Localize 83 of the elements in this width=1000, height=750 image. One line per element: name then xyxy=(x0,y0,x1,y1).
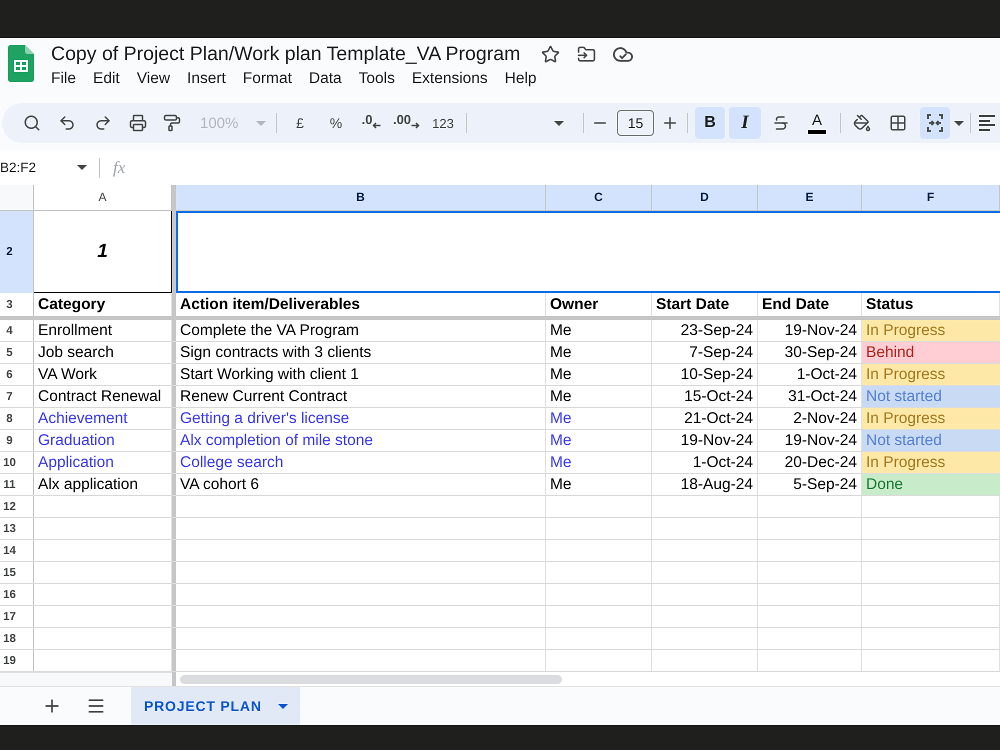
table-cell: 23-Sep-24 xyxy=(652,320,758,341)
font-size-field[interactable]: 15 xyxy=(617,110,654,136)
table-cell: 21-Oct-24 xyxy=(652,408,758,429)
row-header[interactable]: 2 xyxy=(0,211,34,293)
status-cell: In Progress xyxy=(862,452,1000,473)
number-format-button[interactable]: 123 xyxy=(429,114,457,132)
status-cell: In Progress xyxy=(862,408,1000,429)
menu-item[interactable]: Tools xyxy=(358,70,395,88)
spreadsheet-logo-icon[interactable] xyxy=(8,45,34,82)
merge-cells-icon xyxy=(926,114,944,132)
scrollbar-thumb[interactable] xyxy=(180,675,562,684)
currency-format-button[interactable]: £ xyxy=(293,113,307,133)
plus-icon[interactable] xyxy=(661,114,679,132)
column-header[interactable]: D xyxy=(652,185,758,210)
merge-cells-button[interactable] xyxy=(920,107,950,139)
folder-arrow-icon[interactable] xyxy=(577,44,596,64)
menu-item[interactable]: Data xyxy=(308,70,342,88)
sheet-tab[interactable]: PROJECT PLAN xyxy=(131,687,300,725)
menu-item[interactable]: File xyxy=(51,70,76,88)
table-cell: Start Working with client 1 xyxy=(176,364,546,385)
caret-icon[interactable] xyxy=(954,120,964,126)
status-cell: Done xyxy=(862,474,1000,495)
table-cell: 15-Oct-24 xyxy=(652,386,758,407)
table-cell: Renew Current Contract xyxy=(176,386,546,407)
table-cell: Me xyxy=(546,320,652,341)
paint-roller-icon[interactable] xyxy=(162,114,180,132)
redo-icon[interactable] xyxy=(94,114,112,132)
column-header[interactable]: C xyxy=(546,185,652,210)
table-cell: Me xyxy=(546,430,652,451)
printer-icon[interactable] xyxy=(128,114,146,132)
table-cell: Complete the VA Program xyxy=(176,320,546,341)
table-cell: Me xyxy=(546,452,652,473)
table-cell: Me xyxy=(546,386,652,407)
caret-icon[interactable] xyxy=(77,165,87,170)
caret-icon[interactable] xyxy=(278,704,288,708)
table-cell: 7-Sep-24 xyxy=(652,342,758,363)
status-cell: Behind xyxy=(862,342,1000,363)
table-cell: College search xyxy=(176,452,546,473)
table-cell: Me xyxy=(546,408,652,429)
menu-item[interactable]: Help xyxy=(504,70,537,88)
table-cell: 1-Oct-24 xyxy=(652,452,758,473)
column-header[interactable]: E xyxy=(758,185,862,210)
status-cell: Not started xyxy=(862,386,1000,407)
name-box[interactable]: B2:F2 xyxy=(0,160,77,175)
paint-bucket-icon[interactable] xyxy=(853,114,871,132)
document-title[interactable]: Copy of Project Plan/Work plan Template_VA Program xyxy=(51,42,520,66)
decrease-decimals-button[interactable]: .0 xyxy=(360,112,384,134)
arrow-left-icon xyxy=(372,122,382,129)
column-header[interactable]: B xyxy=(176,185,546,210)
italic-button[interactable]: I xyxy=(729,107,761,139)
status-cell: In Progress xyxy=(862,320,1000,341)
bold-button[interactable]: B xyxy=(695,107,725,139)
text-color-button[interactable]: A xyxy=(808,112,826,134)
table-cell: Getting a driver's license xyxy=(176,408,546,429)
percent-format-button[interactable]: % xyxy=(326,113,346,133)
table-cell: 18-Aug-24 xyxy=(652,474,758,495)
table-cell: VA cohort 6 xyxy=(176,474,546,495)
table-cell: Me xyxy=(546,474,652,495)
menu-item[interactable]: Edit xyxy=(92,70,120,88)
menu-item[interactable]: View xyxy=(136,70,170,88)
caret-icon[interactable] xyxy=(554,120,564,126)
search-icon[interactable] xyxy=(22,114,40,132)
undo-icon[interactable] xyxy=(58,114,76,132)
table-cell: Alx completion of mile stone xyxy=(176,430,546,451)
table-cell: 10-Sep-24 xyxy=(652,364,758,385)
fx-label: fx xyxy=(113,158,126,178)
menu-item[interactable]: Insert xyxy=(187,70,226,88)
table-cell: Me xyxy=(546,364,652,385)
menu-item[interactable]: Format xyxy=(242,70,292,88)
star-icon[interactable] xyxy=(541,44,560,64)
table-cell: Me xyxy=(546,342,652,363)
increase-decimals-button[interactable]: .00 xyxy=(390,112,422,134)
borders-icon[interactable] xyxy=(889,114,907,132)
table-cell: 19-Nov-24 xyxy=(652,430,758,451)
arrow-right-icon xyxy=(411,122,420,129)
status-cell: Not started xyxy=(862,430,1000,451)
menu-item[interactable]: Extensions xyxy=(412,70,488,88)
column-header[interactable]: F xyxy=(862,185,1000,210)
align-left-icon[interactable] xyxy=(978,115,996,131)
status-cell: In Progress xyxy=(862,364,1000,385)
table-cell: Sign contracts with 3 clients xyxy=(176,342,546,363)
strikethrough-icon[interactable] xyxy=(772,114,790,132)
cloud-check-icon[interactable] xyxy=(613,45,634,63)
